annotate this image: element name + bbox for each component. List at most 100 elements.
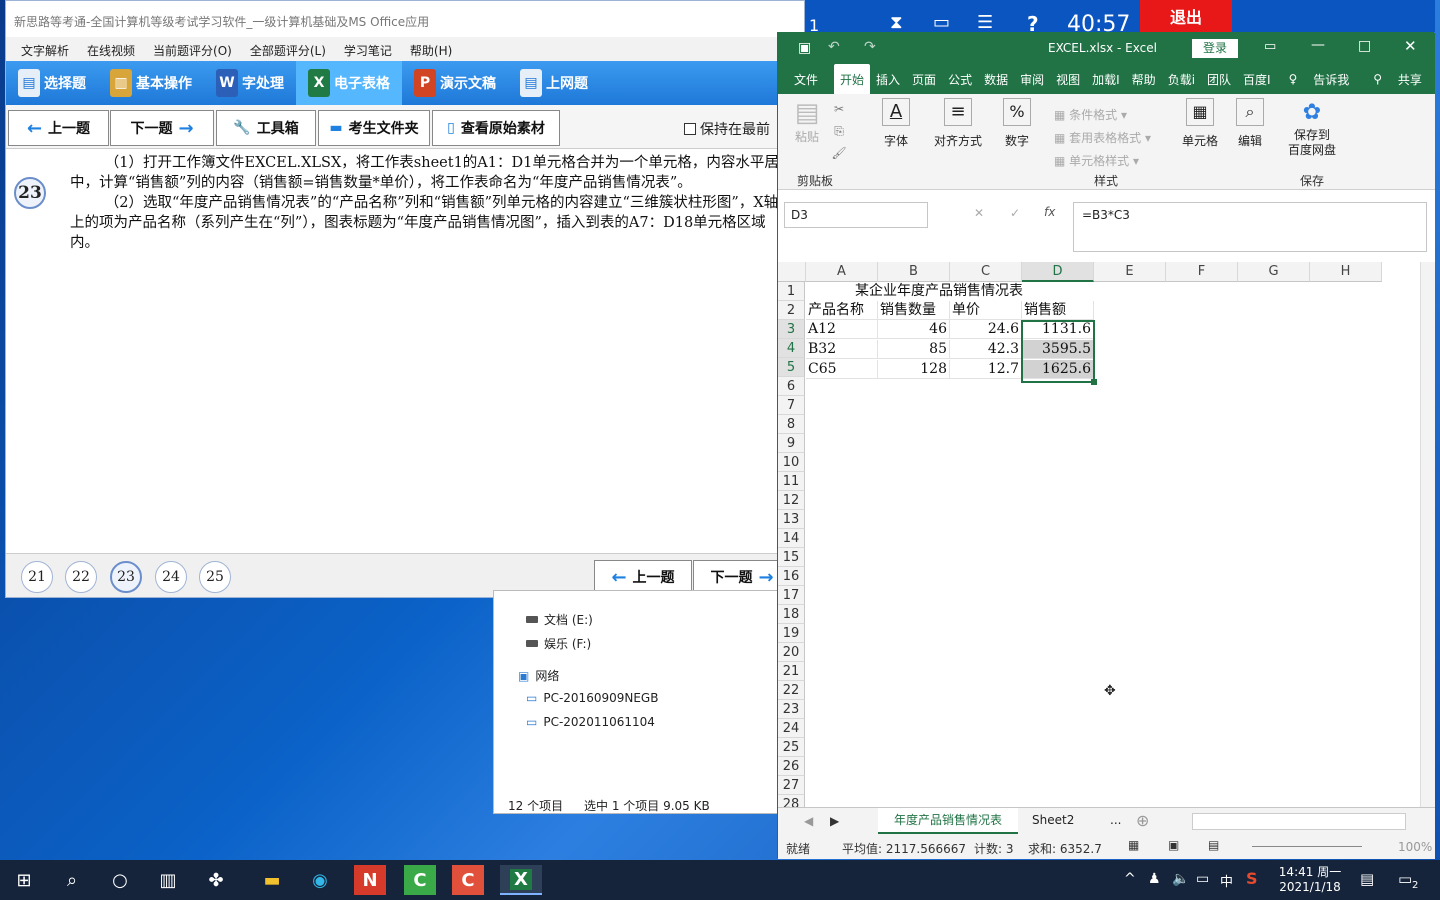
tab-help[interactable]: 帮助 <box>1126 64 1162 94</box>
row-header-5[interactable]: 5 <box>778 358 805 377</box>
next-question-button[interactable]: 下一题 → <box>110 110 214 146</box>
spreadsheet-grid[interactable]: ABCDEFGH 1 2 3 4 5 6 7 8 9 10 11 12 13 14 15 16 17 18 19 20… <box>778 262 1435 807</box>
tab-home[interactable]: 开始 <box>834 64 871 94</box>
format-table-button[interactable]: ▦ 套用表格格式 ▾ <box>1054 127 1151 150</box>
tool-internet[interactable]: ▤ 上网题 <box>508 61 600 105</box>
question-circle-21[interactable]: 21 <box>21 561 53 593</box>
prev-sheet-icon[interactable]: ◀ <box>804 814 813 828</box>
row-header-2[interactable]: 2 <box>778 301 805 320</box>
function-icon[interactable]: fx <box>1044 205 1055 219</box>
tab-data[interactable]: 数据 <box>978 64 1014 94</box>
pc-item-1[interactable]: ▭ PC-20160909NEGB <box>526 691 658 705</box>
cell-c4[interactable]: 42.3 <box>950 340 1022 359</box>
clock-time[interactable]: 14:41 周一 <box>1278 863 1342 880</box>
cell-b4[interactable]: 85 <box>878 340 950 359</box>
row-header-8[interactable]: 8 <box>778 415 805 434</box>
format-painter-icon[interactable]: 🖌 <box>830 142 848 164</box>
pc-item-2[interactable]: ▭ PC-202011061104 <box>526 715 655 729</box>
cell-b5[interactable]: 128 <box>878 360 950 379</box>
notification-icon[interactable]: ▭ <box>1398 870 1412 888</box>
row-header-4[interactable]: 4 <box>778 339 805 358</box>
cell-a5[interactable]: C65 <box>806 360 878 379</box>
row-header-1[interactable]: 1 <box>778 282 805 301</box>
start-icon[interactable]: ⊞ <box>8 865 40 895</box>
file-explorer-icon[interactable]: ▬ <box>256 865 288 895</box>
tool-ppt[interactable]: P 演示文稿 <box>402 61 508 105</box>
menu-score-all[interactable]: 全部题评分(L) <box>241 37 335 61</box>
menu-help[interactable]: 帮助(H) <box>401 37 461 61</box>
row-header-18[interactable]: 18 <box>778 605 805 624</box>
save-icon[interactable]: ▣ <box>798 40 811 56</box>
tab-baidu[interactable]: 百度I <box>1237 64 1277 94</box>
row-header-9[interactable]: 9 <box>778 434 805 453</box>
row-header-11[interactable]: 11 <box>778 472 805 491</box>
question-circle-24[interactable]: 24 <box>155 561 187 593</box>
row-header-7[interactable]: 7 <box>778 396 805 415</box>
row-header-19[interactable]: 19 <box>778 624 805 643</box>
row-header-6[interactable]: 6 <box>778 377 805 396</box>
row-header-28[interactable]: 28 <box>778 795 805 807</box>
app-pinwheel-icon[interactable]: ✤ <box>200 865 232 895</box>
cancel-icon[interactable]: ✕ <box>974 206 984 220</box>
conditional-format-button[interactable]: ▦ 条件格式 ▾ <box>1054 104 1151 127</box>
login-button[interactable]: 登录 <box>1192 39 1238 58</box>
clock-date[interactable]: 2021/1/18 <box>1278 880 1342 894</box>
formula-input[interactable]: =B3*C3 <box>1073 202 1427 252</box>
column-header-a[interactable]: A <box>806 262 878 282</box>
save-baidu-button[interactable]: ✿ 保存到 百度网盘 <box>1286 98 1338 158</box>
notes-icon[interactable]: ▤ <box>1360 870 1374 888</box>
sogou-icon[interactable]: S <box>1246 869 1258 888</box>
excel-taskbar-icon[interactable]: X <box>500 865 542 895</box>
row-header-27[interactable]: 27 <box>778 776 805 795</box>
tab-insert[interactable]: 插入 <box>870 64 906 94</box>
row-header-14[interactable]: 14 <box>778 529 805 548</box>
cell-b3[interactable]: 46 <box>878 320 950 339</box>
tray-app-icon[interactable]: ♟ <box>1148 871 1161 887</box>
question-circle-22[interactable]: 22 <box>65 561 97 593</box>
tool-choice[interactable]: ▤ 选择题 <box>6 61 98 105</box>
app-n-icon[interactable]: N <box>354 865 386 895</box>
zoom-slider[interactable] <box>1252 846 1362 847</box>
tray-chevron-icon[interactable]: ^ <box>1124 871 1136 887</box>
menu-text-analysis[interactable]: 文字解析 <box>12 37 78 61</box>
minimize-icon[interactable]: — <box>1311 37 1325 53</box>
menu-score-current[interactable]: 当前题评分(O) <box>144 37 241 61</box>
row-header-21[interactable]: 21 <box>778 662 805 681</box>
drive-f[interactable]: 娱乐 (F:) <box>526 635 591 652</box>
normal-view-icon[interactable]: ▦ <box>1128 838 1139 852</box>
cell-c3[interactable]: 24.6 <box>950 320 1022 339</box>
sheet-tab-1[interactable]: 年度产品销售情况表 <box>878 808 1018 834</box>
row-header-22[interactable]: 22 <box>778 681 805 700</box>
copy-icon[interactable]: ⎘ <box>830 120 848 142</box>
tool-excel[interactable]: X 电子表格 <box>296 61 402 105</box>
cell-b2[interactable]: 销售数量 <box>878 301 950 320</box>
column-header-b[interactable]: B <box>878 262 950 282</box>
tool-word[interactable]: W 字处理 <box>204 61 296 105</box>
column-header-e[interactable]: E <box>1094 262 1166 282</box>
sheet-tab-2[interactable]: Sheet2 <box>1032 813 1074 827</box>
page-layout-icon[interactable]: ▣ <box>1168 838 1179 852</box>
cells-button[interactable]: ▦ 单元格 <box>1180 98 1220 149</box>
close-icon[interactable]: ✕ <box>1404 37 1417 55</box>
row-header-17[interactable]: 17 <box>778 586 805 605</box>
drive-e[interactable]: 文档 (E:) <box>526 611 593 628</box>
tab-file[interactable]: 文件 <box>778 64 834 94</box>
undo-icon[interactable]: ↶ <box>828 39 840 55</box>
row-header-20[interactable]: 20 <box>778 643 805 662</box>
network-item[interactable]: ▣ 网络 <box>518 667 559 684</box>
number-button[interactable]: % 数字 <box>1002 98 1032 149</box>
menu-notes[interactable]: 学习笔记 <box>335 37 401 61</box>
cell-style-button[interactable]: ▦ 单元格样式 ▾ <box>1054 150 1151 173</box>
network-tray-icon[interactable]: ▭ <box>1196 871 1209 887</box>
add-sheet-icon[interactable]: ⊕ <box>1136 811 1149 830</box>
more-sheets[interactable]: ... <box>1110 813 1121 827</box>
name-box[interactable]: D3 <box>784 202 928 228</box>
column-header-f[interactable]: F <box>1166 262 1238 282</box>
tab-review[interactable]: 审阅 <box>1014 64 1050 94</box>
row-header-24[interactable]: 24 <box>778 719 805 738</box>
cell-d3[interactable]: 1131.6 <box>1022 320 1094 339</box>
task-view-icon[interactable]: ▥ <box>152 865 184 895</box>
tool-basic[interactable]: ▥ 基本操作 <box>98 61 204 105</box>
maximize-icon[interactable]: □ <box>1358 38 1371 54</box>
cell-c2[interactable]: 单价 <box>950 301 1022 320</box>
